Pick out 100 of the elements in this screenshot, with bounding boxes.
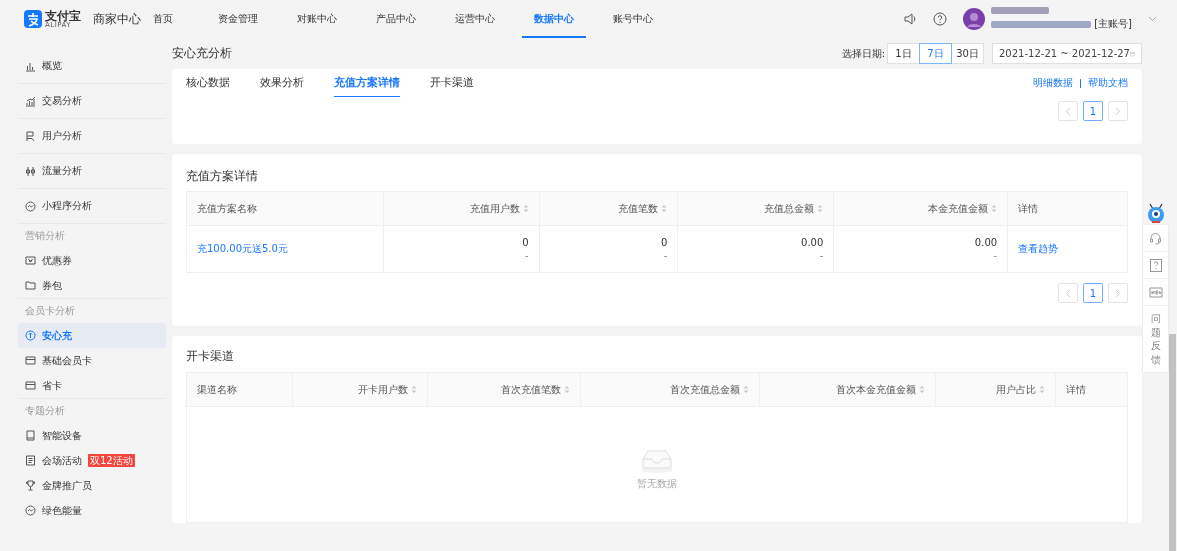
sort-icon[interactable] bbox=[522, 204, 529, 213]
chevron-right-icon bbox=[1115, 106, 1121, 116]
sidebar-item[interactable]: 交易分析 bbox=[18, 84, 166, 118]
promo-badge: 双12活动 bbox=[88, 454, 135, 467]
page-title: 安心充分析 bbox=[172, 45, 232, 62]
column-header: 充值方案名称 bbox=[197, 201, 257, 216]
headset-icon[interactable] bbox=[1149, 231, 1162, 245]
column-header: 详情 bbox=[1018, 201, 1039, 216]
column-header: 充值笔数 bbox=[618, 201, 659, 216]
sidebar-heading: 营销分析 bbox=[24, 229, 66, 243]
plan-link[interactable]: 充100.00元送5.0元 bbox=[197, 242, 288, 256]
trend-link[interactable]: 查看趋势 bbox=[1018, 242, 1059, 256]
brand-name: 支付宝 bbox=[45, 9, 81, 22]
help-icon[interactable] bbox=[933, 12, 948, 26]
sidebar-item[interactable]: 用户分析 bbox=[18, 119, 166, 153]
sort-icon[interactable] bbox=[991, 204, 998, 213]
chevron-right-icon bbox=[1115, 288, 1121, 298]
avatar[interactable] bbox=[963, 8, 986, 30]
table-cell: 0 bbox=[661, 237, 668, 248]
sidebar-item[interactable]: 优惠券 bbox=[18, 248, 166, 273]
scrollbar-thumb[interactable] bbox=[1169, 334, 1176, 551]
next-page-button[interactable] bbox=[1108, 101, 1128, 121]
product-name: 商家中心 bbox=[93, 10, 141, 28]
table-cell: 0.00 bbox=[974, 237, 998, 248]
sort-icon[interactable] bbox=[919, 385, 926, 394]
chevron-left-icon bbox=[1065, 288, 1071, 298]
table-cell: - bbox=[993, 250, 998, 261]
ticket-icon bbox=[25, 255, 36, 266]
news-icon[interactable] bbox=[1148, 286, 1163, 298]
chevron-left-icon bbox=[1065, 106, 1071, 116]
link[interactable]: 明细数据 bbox=[1033, 76, 1073, 90]
sidebar-item[interactable]: 券包 bbox=[18, 273, 166, 298]
tab[interactable]: 效果分析 bbox=[260, 69, 304, 97]
doc-icon bbox=[25, 455, 36, 466]
page-number[interactable]: 1 bbox=[1083, 101, 1103, 121]
page-number[interactable]: 1 bbox=[1083, 283, 1103, 303]
sidebar-item[interactable]: 基础会员卡 bbox=[18, 348, 166, 373]
sort-icon[interactable] bbox=[661, 204, 668, 213]
card-icon bbox=[25, 380, 36, 391]
chart-icon bbox=[25, 95, 36, 107]
sidebar-item[interactable]: 金牌推广员 bbox=[18, 473, 166, 498]
column-header: 充值总金额 bbox=[764, 201, 815, 216]
sidebar-item[interactable]: 流量分析 bbox=[18, 154, 166, 188]
speaker-icon[interactable] bbox=[903, 12, 918, 26]
sidebar-heading: 专题分析 bbox=[24, 404, 66, 418]
column-header: 首次本金充值金额 bbox=[836, 382, 917, 397]
nav-item[interactable]: 产品中心 bbox=[364, 0, 428, 38]
link[interactable]: 帮助文档 bbox=[1088, 76, 1128, 90]
date-range-field[interactable]: 2021-12-21 ~ 2021-12-27 bbox=[992, 43, 1142, 64]
sidebar-item[interactable]: 省卡 bbox=[18, 373, 166, 398]
sort-icon[interactable] bbox=[817, 204, 824, 213]
blurred-name-drawing bbox=[991, 7, 1050, 14]
tab[interactable]: 充值方案详情 bbox=[334, 69, 400, 97]
range-button[interactable]: 1日 bbox=[887, 43, 920, 64]
sidebar-item[interactable]: 会场活动 双12活动 bbox=[18, 448, 166, 473]
prev-page-button[interactable] bbox=[1058, 101, 1078, 121]
column-header: 开卡用户数 bbox=[357, 382, 408, 397]
device-icon bbox=[25, 430, 36, 441]
caret-icon[interactable] bbox=[1148, 16, 1157, 22]
tab[interactable]: 开卡渠道 bbox=[430, 69, 474, 97]
bars-icon bbox=[25, 60, 36, 72]
sidebar-item[interactable]: 概览 bbox=[18, 49, 166, 83]
sidebar-item[interactable]: 小程序分析 bbox=[18, 189, 166, 223]
nav-item[interactable]: 运营中心 bbox=[443, 0, 507, 38]
date-label: 选择日期: bbox=[841, 46, 885, 61]
column-header: 首次充值笔数 bbox=[500, 382, 561, 397]
account-type: [主账号] bbox=[1094, 17, 1132, 31]
help-icon[interactable] bbox=[1149, 258, 1162, 272]
table-cell: - bbox=[525, 250, 529, 261]
nav-item[interactable]: 首页 bbox=[153, 0, 196, 38]
table-cell: 0 bbox=[522, 237, 529, 248]
nav-item[interactable]: 资金管理 bbox=[206, 0, 270, 38]
next-page-button[interactable] bbox=[1108, 283, 1128, 303]
circle-icon bbox=[25, 505, 36, 516]
tab[interactable]: 核心数据 bbox=[186, 69, 230, 97]
sort-icon[interactable] bbox=[743, 385, 750, 394]
sidebar-item[interactable]: 智能设备 bbox=[18, 423, 166, 448]
nav-item[interactable]: 账号中心 bbox=[601, 0, 665, 38]
empty-inbox-icon bbox=[640, 448, 674, 473]
sort-icon[interactable] bbox=[1039, 385, 1046, 394]
range-button[interactable]: 30日 bbox=[951, 43, 984, 64]
sidebar-item[interactable]: 安心充 bbox=[18, 323, 166, 348]
table-cell: 0.00 bbox=[801, 237, 824, 248]
table-cell: - bbox=[663, 250, 668, 261]
empty-text: 暂无数据 bbox=[637, 476, 677, 491]
column-header: 充值用户数 bbox=[469, 201, 520, 216]
card-icon bbox=[25, 355, 36, 366]
sort-icon[interactable] bbox=[410, 385, 417, 394]
column-header: 渠道名称 bbox=[197, 382, 237, 397]
nav-item[interactable]: 对账中心 bbox=[285, 0, 349, 38]
column-header: 本金充值金额 bbox=[928, 201, 989, 216]
sidebar-item[interactable]: 绿色能量 bbox=[18, 498, 166, 523]
trophy-icon bbox=[25, 480, 36, 491]
range-button[interactable]: 7日 bbox=[919, 43, 952, 64]
prev-page-button[interactable] bbox=[1058, 283, 1078, 303]
robot-icon[interactable] bbox=[1145, 203, 1166, 225]
sort-icon[interactable] bbox=[563, 385, 570, 394]
section-title: 充值方案详情 bbox=[186, 168, 259, 185]
section-title: 开卡渠道 bbox=[186, 348, 235, 365]
nav-item[interactable]: 数据中心 bbox=[522, 0, 586, 38]
